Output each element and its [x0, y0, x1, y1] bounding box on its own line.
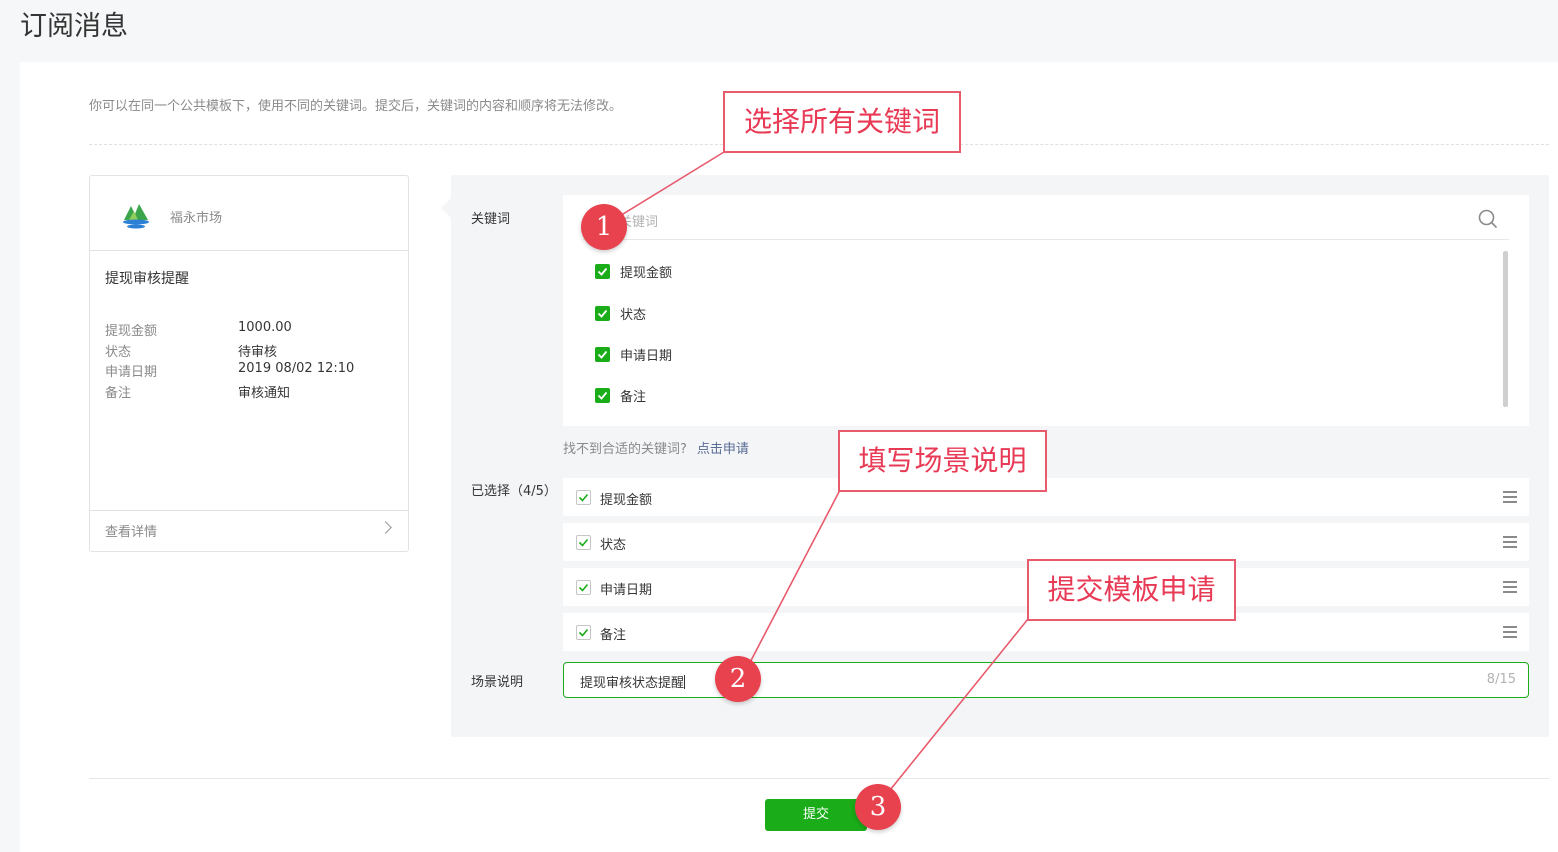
panel-pointer — [441, 198, 451, 218]
scene-value: 提现审核状态提醒 — [580, 672, 686, 691]
field-value: 1000.00 — [238, 320, 292, 335]
checkbox-checked-icon[interactable] — [576, 490, 591, 505]
keyword-hint-text: 找不到合适的关键词? — [563, 442, 687, 457]
drag-handle-icon[interactable] — [1503, 536, 1517, 548]
search-icon[interactable] — [1478, 209, 1498, 229]
field-value: 审核通知 — [238, 386, 291, 401]
scene-label: 场景说明 — [471, 675, 524, 690]
field-key: 备注 — [105, 386, 132, 401]
keyword-hint: 找不到合适的关键词? 点击申请 — [563, 438, 749, 457]
checkbox-checked-icon[interactable] — [595, 388, 610, 403]
page-title: 订阅消息 — [20, 11, 128, 42]
step-badge-2: 2 — [715, 656, 761, 702]
scene-description-input[interactable]: 提现审核状态提醒 8/15 — [563, 662, 1529, 698]
selected-keyword-label: 状态 — [600, 538, 627, 553]
view-details-link[interactable]: 查看详情 — [90, 510, 408, 551]
message-preview-card: 福永市场 提现审核提醒 提现金额 1000.00 状态 待审核 申请日期 201… — [89, 175, 409, 552]
checkbox-checked-icon[interactable] — [595, 347, 610, 362]
apply-keyword-link[interactable]: 点击申请 — [697, 442, 749, 457]
selected-keyword-row[interactable]: 状态 — [563, 523, 1529, 561]
field-key: 申请日期 — [105, 365, 158, 380]
callout-fill-scene: 填写场景说明 — [838, 430, 1047, 492]
selected-keyword-label: 申请日期 — [600, 583, 653, 598]
field-key: 状态 — [105, 345, 132, 360]
app-logo-icon — [123, 204, 149, 229]
drag-handle-icon[interactable] — [1503, 581, 1517, 593]
keywords-label: 关键词 — [471, 212, 511, 227]
callout-submit-template: 提交模板申请 — [1027, 559, 1236, 621]
checkbox-checked-icon[interactable] — [576, 535, 591, 550]
keyword-option-label: 状态 — [620, 308, 647, 323]
keyword-option-label: 备注 — [620, 390, 647, 405]
text-caret — [684, 675, 686, 689]
keyword-option-label: 提现金额 — [620, 266, 673, 281]
step-badge-3: 3 — [855, 784, 901, 830]
preview-header: 福永市场 — [90, 176, 408, 251]
search-underline — [583, 239, 1509, 240]
checkbox-checked-icon[interactable] — [595, 306, 610, 321]
scene-char-counter: 8/15 — [1486, 672, 1516, 687]
step-badge-1: 1 — [581, 204, 627, 250]
submit-button[interactable]: 提交 — [765, 799, 867, 831]
callout-select-keywords: 选择所有关键词 — [723, 91, 961, 153]
preview-field-row: 提现金额 1000.00 — [105, 320, 395, 340]
drag-handle-icon[interactable] — [1503, 491, 1517, 503]
chevron-right-icon — [379, 521, 392, 534]
selected-keyword-label: 提现金额 — [600, 493, 653, 508]
keyword-selector: 关键词 提现金额 状态 申请日期 备注 — [563, 195, 1529, 426]
intro-text: 你可以在同一个公共模板下，使用不同的关键词。提交后，关键词的内容和顺序将无法修改… — [89, 99, 623, 114]
footer-divider — [89, 778, 1549, 779]
selected-label: 已选择（4/5） — [471, 484, 557, 499]
keyword-option-label: 申请日期 — [620, 349, 673, 364]
preview-field-row: 申请日期 2019 08/02 12:10 — [105, 361, 395, 381]
preview-field-row: 状态 待审核 — [105, 341, 395, 361]
selected-keyword-label: 备注 — [600, 628, 627, 643]
scene-value-text: 提现审核状态提醒 — [580, 676, 685, 691]
checkbox-checked-icon[interactable] — [595, 264, 610, 279]
field-value: 2019 08/02 12:10 — [238, 361, 355, 376]
app-name: 福永市场 — [170, 211, 223, 226]
field-key: 提现金额 — [105, 324, 158, 339]
drag-handle-icon[interactable] — [1503, 626, 1517, 638]
message-title: 提现审核提醒 — [105, 271, 189, 287]
checkbox-checked-icon[interactable] — [576, 625, 591, 640]
keyword-list-scrollbar[interactable] — [1503, 251, 1508, 407]
checkbox-checked-icon[interactable] — [576, 580, 591, 595]
field-value: 待审核 — [238, 345, 278, 360]
preview-field-row: 备注 审核通知 — [105, 382, 395, 402]
view-details-label: 查看详情 — [105, 525, 158, 540]
